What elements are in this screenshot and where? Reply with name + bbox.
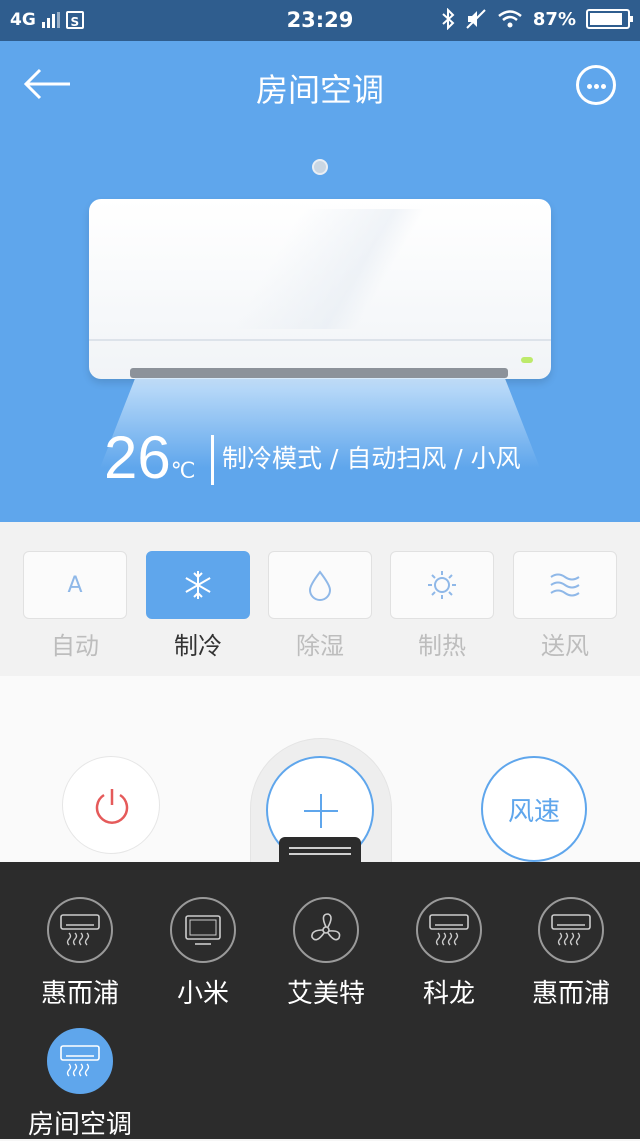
power-icon	[95, 789, 129, 824]
device-item[interactable]: 惠而浦	[18, 897, 142, 1010]
ac-display-panel: 房间空调 26℃ 制冷模式 / 自动扫风 / 小风	[0, 41, 640, 563]
mode-dry-button[interactable]	[268, 551, 372, 619]
auto-icon: A	[67, 572, 83, 598]
bluetooth-icon	[442, 8, 455, 30]
tv-icon	[185, 915, 221, 945]
device-item-active[interactable]: 房间空调	[18, 1028, 142, 1141]
wifi-icon	[498, 10, 522, 28]
fan-speed-button[interactable]: 风速	[481, 756, 587, 862]
sun-icon	[428, 571, 456, 599]
battery-percent: 87%	[532, 8, 576, 30]
divider	[211, 435, 214, 485]
device-label: 房间空调	[27, 1110, 132, 1140]
aircon-vent	[130, 368, 508, 378]
device-label: 小米	[176, 979, 229, 1009]
drawer-handle[interactable]	[279, 837, 361, 864]
mode-fan-button[interactable]	[513, 551, 617, 619]
battery-icon	[586, 9, 633, 29]
device-item[interactable]: 艾美特	[264, 897, 388, 1010]
device-item[interactable]: 科龙	[387, 897, 511, 1010]
aircon-unit-illustration	[89, 199, 551, 379]
more-options-icon[interactable]	[576, 65, 616, 105]
mode-label: 自动	[51, 632, 99, 660]
temperature-value: 26	[104, 424, 171, 491]
mode-auto-button[interactable]: A	[23, 551, 127, 619]
mode-selector: A 自动 制冷 除湿 制热 送风	[0, 522, 640, 676]
device-label: 惠而浦	[40, 979, 119, 1009]
mode-heat-button[interactable]	[390, 551, 494, 619]
device-item[interactable]: 惠而浦	[509, 897, 633, 1010]
device-item[interactable]: 小米	[141, 897, 265, 1010]
wind-waves-icon	[550, 573, 580, 597]
mode-label: 除湿	[296, 632, 344, 660]
fan-icon	[311, 913, 341, 941]
mode-label: 送风	[541, 632, 589, 660]
page-title: 房间空调	[255, 71, 384, 109]
status-bar: 4G S 23:29 87%	[0, 0, 640, 41]
water-drop-icon	[308, 570, 332, 601]
device-label: 艾美特	[286, 979, 365, 1009]
device-label: 科龙	[422, 979, 475, 1009]
snowflake-icon	[185, 571, 211, 599]
indicator-light	[312, 159, 328, 175]
mute-icon	[466, 9, 486, 29]
temperature-unit: ℃	[170, 458, 196, 483]
control-panel: 风速	[0, 676, 640, 868]
aircon-icon	[60, 914, 100, 946]
temperature-display: 26℃	[104, 423, 195, 492]
mode-label: 制冷	[174, 632, 222, 660]
device-drawer: 惠而浦 小米 艾美特 科龙 惠而浦 房间空调	[0, 862, 640, 1141]
mode-label: 制热	[418, 632, 466, 660]
aircon-icon	[60, 1045, 100, 1077]
mode-summary: 制冷模式 / 自动扫风 / 小风	[222, 444, 521, 473]
mode-cool-button[interactable]	[146, 551, 250, 619]
device-label: 惠而浦	[531, 979, 610, 1009]
aircon-icon	[429, 914, 469, 946]
aircon-icon	[551, 914, 591, 946]
power-button[interactable]	[62, 756, 160, 854]
power-led	[521, 357, 533, 363]
